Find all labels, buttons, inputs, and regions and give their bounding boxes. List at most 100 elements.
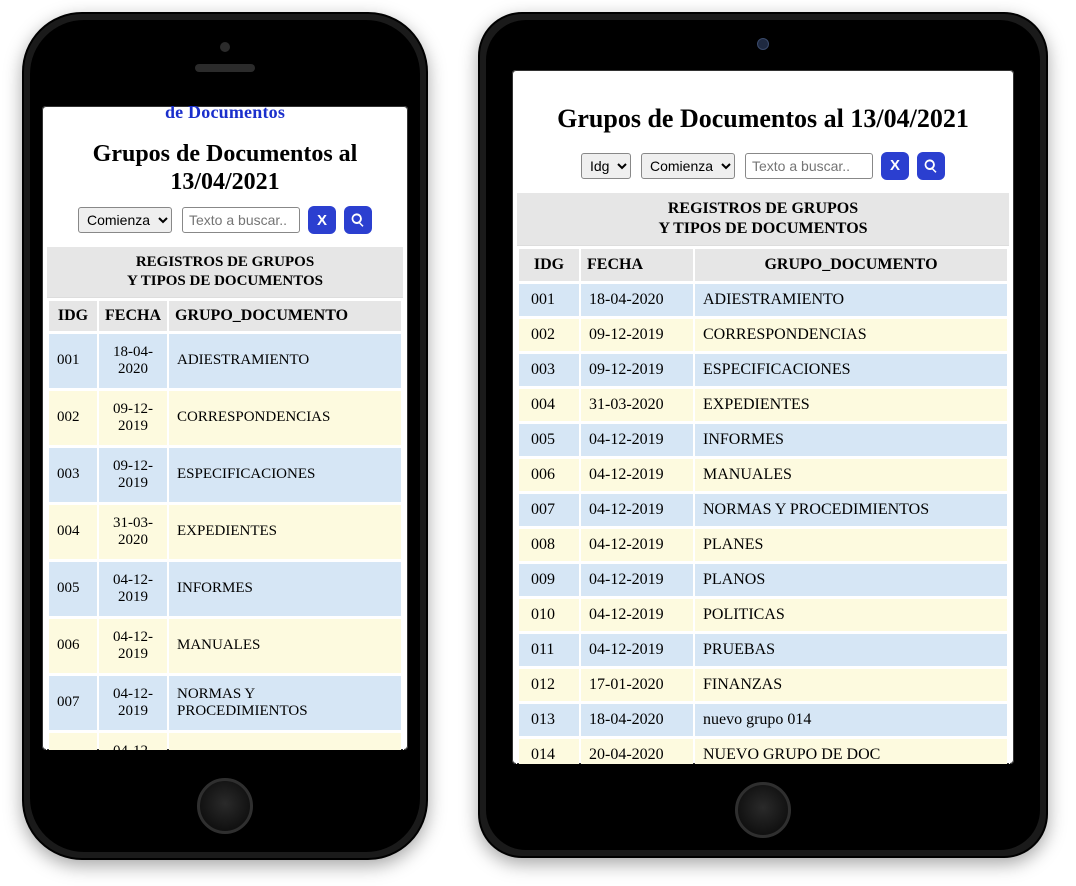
cell-fecha: 04-12-2019: [581, 529, 693, 561]
filter-mode-select[interactable]: Comienza: [641, 153, 735, 179]
cell-idg: 006: [519, 459, 579, 491]
table-caption-line2: Y TIPOS DE DOCUMENTOS: [658, 220, 867, 237]
search-input[interactable]: [182, 207, 300, 233]
search-input[interactable]: [745, 153, 873, 179]
search-button[interactable]: [917, 152, 945, 180]
cell-grupo: INFORMES: [169, 562, 401, 616]
table-row[interactable]: 00904-12-2019PLANOS: [519, 564, 1007, 596]
cell-fecha: 04-12-2019: [581, 424, 693, 456]
cell-fecha: 09-12-2019: [99, 448, 167, 502]
cell-fecha: 18-04-2020: [581, 704, 693, 736]
phone-device-frame: de Documentos Grupos de Documentos al 13…: [22, 12, 428, 860]
cell-grupo: FINANZAS: [695, 669, 1007, 701]
cell-fecha: 04-12-2019: [99, 562, 167, 616]
cell-idg: 009: [519, 564, 579, 596]
col-header-grupo[interactable]: GRUPO_DOCUMENTO: [695, 249, 1007, 281]
table-row[interactable]: 00504-12-2019INFORMES: [519, 424, 1007, 456]
col-header-grupo[interactable]: GRUPO_DOCUMENTO: [169, 301, 401, 331]
cell-grupo: EXPEDIENTES: [695, 389, 1007, 421]
cell-fecha: 18-04-2020: [99, 334, 167, 388]
table-row[interactable]: 00118-04-2020ADIESTRAMIENTO: [519, 284, 1007, 316]
cell-idg: 001: [49, 334, 97, 388]
cell-grupo: PRUEBAS: [695, 634, 1007, 666]
cell-grupo: CORRESPONDENCIAS: [695, 319, 1007, 351]
cell-fecha: 04-12-2019: [99, 733, 167, 750]
front-camera-icon: [757, 38, 769, 50]
filter-bar: Comienza X: [42, 206, 408, 234]
cell-idg: 006: [49, 619, 97, 673]
search-button[interactable]: [344, 206, 372, 234]
table-caption-line2: Y TIPOS DE DOCUMENTOS: [127, 273, 323, 289]
table-row[interactable]: 00704-12-2019NORMAS Y PROCEDIMIENTOS: [519, 494, 1007, 526]
cell-fecha: 04-12-2019: [581, 564, 693, 596]
cell-idg: 004: [519, 389, 579, 421]
cell-fecha: 09-12-2019: [581, 354, 693, 386]
cell-idg: 003: [519, 354, 579, 386]
table-row[interactable]: 01217-01-2020FINANZAS: [519, 669, 1007, 701]
cell-grupo: ADIESTRAMIENTO: [169, 334, 401, 388]
cell-fecha: 04-12-2019: [99, 676, 167, 730]
cell-grupo: ESPECIFICACIONES: [695, 354, 1007, 386]
cell-fecha: 17-01-2020: [581, 669, 693, 701]
table-row[interactable]: 01420-04-2020NUEVO GRUPO DE DOC: [519, 739, 1007, 764]
table-row[interactable]: 01318-04-2020nuevo grupo 014: [519, 704, 1007, 736]
cell-fecha: 31-03-2020: [581, 389, 693, 421]
col-header-idg[interactable]: IDG: [49, 301, 97, 331]
cell-idg: 007: [519, 494, 579, 526]
table-row[interactable]: 00604-12-2019MANUALES: [49, 619, 401, 673]
cell-grupo: EXPEDIENTES: [169, 505, 401, 559]
cell-idg: 013: [519, 704, 579, 736]
table-row[interactable]: 00504-12-2019INFORMES: [49, 562, 401, 616]
cell-grupo: MANUALES: [169, 619, 401, 673]
cell-fecha: 04-12-2019: [581, 634, 693, 666]
cell-grupo: NORMAS YPROCEDIMIENTOS: [169, 676, 401, 730]
table-row[interactable]: 00309-12-2019ESPECIFICACIONES: [49, 448, 401, 502]
cell-fecha: 04-12-2019: [581, 494, 693, 526]
clear-button[interactable]: X: [881, 152, 909, 180]
clear-button-label: X: [890, 157, 900, 174]
col-header-idg[interactable]: IDG: [519, 249, 579, 281]
table-row[interactable]: 00604-12-2019MANUALES: [519, 459, 1007, 491]
table-row[interactable]: 00209-12-2019CORRESPONDENCIAS: [49, 391, 401, 445]
cell-grupo: ADIESTRAMIENTO: [695, 284, 1007, 316]
data-table: REGISTROS DE GRUPOS Y TIPOS DE DOCUMENTO…: [517, 193, 1009, 764]
table-row[interactable]: 00309-12-2019ESPECIFICACIONES: [519, 354, 1007, 386]
cell-fecha: 31-03-2020: [99, 505, 167, 559]
cell-grupo: MANUALES: [695, 459, 1007, 491]
cell-idg: 008: [49, 733, 97, 750]
table-row[interactable]: 00431-03-2020EXPEDIENTES: [519, 389, 1007, 421]
cell-fecha: 04-12-2019: [581, 599, 693, 631]
table-row[interactable]: 00804-12-2019PLANES: [519, 529, 1007, 561]
filter-mode-select[interactable]: Comienza: [78, 207, 172, 233]
table-row[interactable]: 01104-12-2019PRUEBAS: [519, 634, 1007, 666]
cell-fecha: 09-12-2019: [581, 319, 693, 351]
cell-idg: 003: [49, 448, 97, 502]
home-button[interactable]: [197, 778, 253, 834]
cell-idg: 007: [49, 676, 97, 730]
cell-idg: 008: [519, 529, 579, 561]
home-button[interactable]: [735, 782, 791, 838]
clear-button[interactable]: X: [308, 206, 336, 234]
table-row[interactable]: 00804-12-2019PLANES: [49, 733, 401, 750]
cell-idg: 012: [519, 669, 579, 701]
filter-bar: Idg Comienza X: [512, 152, 1014, 180]
tablet-device-frame: Grupos de Documentos al 13/04/2021 Idg C…: [478, 12, 1048, 858]
filter-field-select[interactable]: Idg: [581, 153, 631, 179]
cell-grupo: ESPECIFICACIONES: [169, 448, 401, 502]
cell-idg: 002: [519, 319, 579, 351]
app-tablet: Grupos de Documentos al 13/04/2021 Idg C…: [512, 70, 1014, 764]
table-row[interactable]: 00704-12-2019NORMAS YPROCEDIMIENTOS: [49, 676, 401, 730]
table-row[interactable]: 00209-12-2019CORRESPONDENCIAS: [519, 319, 1007, 351]
table-caption-line1: REGISTROS DE GRUPOS: [136, 254, 314, 270]
cell-idg: 011: [519, 634, 579, 666]
data-table-wrap: REGISTROS DE GRUPOS Y TIPOS DE DOCUMENTO…: [516, 192, 1010, 764]
table-row[interactable]: 01004-12-2019POLITICAS: [519, 599, 1007, 631]
table-row[interactable]: 00431-03-2020EXPEDIENTES: [49, 505, 401, 559]
speaker-grill-icon: [195, 64, 255, 72]
cell-idg: 005: [519, 424, 579, 456]
table-row[interactable]: 00118-04-2020ADIESTRAMIENTO: [49, 334, 401, 388]
page-title: Grupos de Documentos al 13/04/2021: [52, 141, 398, 196]
col-header-fecha[interactable]: FECHA: [581, 249, 693, 281]
col-header-fecha[interactable]: FECHA: [99, 301, 167, 331]
tablet-screen: Grupos de Documentos al 13/04/2021 Idg C…: [512, 70, 1014, 764]
